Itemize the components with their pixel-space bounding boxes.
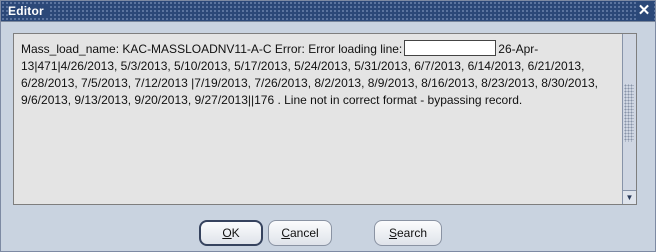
error-text-prefix: Mass_load_name: KAC-MASSLOADNV11-A-C Err… bbox=[21, 42, 403, 56]
search-label: earch bbox=[396, 226, 428, 240]
editor-content: Mass_load_name: KAC-MASSLOADNV11-A-C Err… bbox=[21, 40, 619, 109]
ok-button[interactable]: OK bbox=[199, 220, 263, 246]
editor-textarea[interactable]: Mass_load_name: KAC-MASSLOADNV11-A-C Err… bbox=[13, 33, 637, 205]
scroll-down-arrow-icon[interactable]: ▼ bbox=[623, 190, 636, 204]
ok-label: K bbox=[231, 226, 240, 240]
cancel-button[interactable]: Cancel bbox=[268, 220, 332, 246]
window-title: Editor bbox=[8, 4, 48, 18]
cancel-label: ancel bbox=[289, 226, 319, 240]
vertical-scrollbar[interactable]: ▼ bbox=[622, 34, 636, 204]
ok-mnemonic: O bbox=[222, 226, 232, 240]
redacted-field bbox=[404, 40, 497, 56]
scroll-thumb[interactable] bbox=[624, 84, 634, 142]
cancel-mnemonic: C bbox=[281, 226, 290, 240]
close-icon[interactable]: ✕ bbox=[636, 1, 652, 21]
search-button[interactable]: Search bbox=[374, 220, 442, 246]
editor-window: Editor ✕ Mass_load_name: KAC-MASSLOADNV1… bbox=[0, 0, 656, 252]
search-mnemonic: S bbox=[388, 226, 397, 240]
title-bar[interactable]: Editor ✕ bbox=[1, 1, 655, 22]
